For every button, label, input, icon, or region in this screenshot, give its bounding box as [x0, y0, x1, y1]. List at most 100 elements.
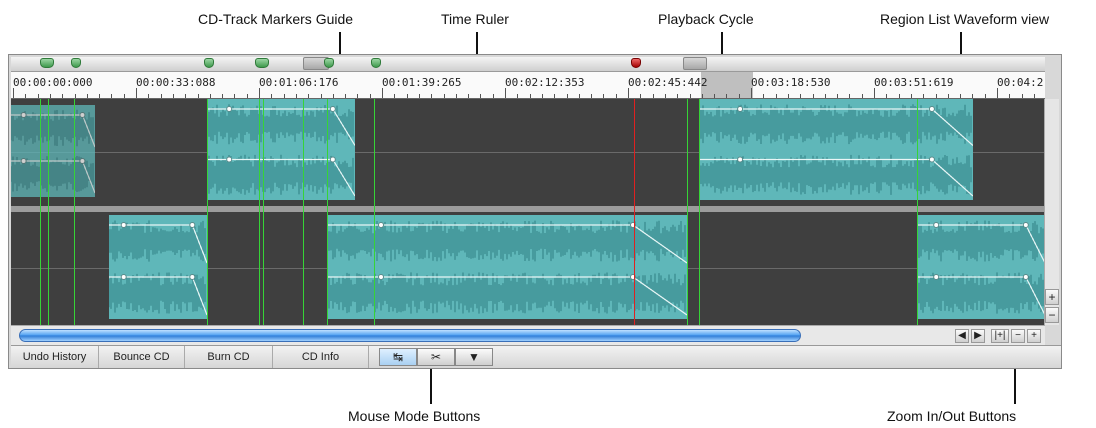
burn-cd-tab[interactable]: Burn CD [185, 346, 273, 368]
audio-region[interactable] [207, 99, 355, 200]
envelope-point[interactable] [226, 156, 233, 163]
track-area[interactable] [11, 99, 1045, 325]
cd-marker-line [327, 99, 328, 325]
audio-region[interactable] [699, 99, 973, 200]
scroll-right-button[interactable]: ▶ [971, 329, 985, 343]
zoom-fit-button[interactable]: |+| [991, 329, 1009, 343]
zoom-out-button[interactable]: − [1011, 329, 1025, 343]
ruler-tick [517, 94, 519, 98]
ruler-tick [295, 94, 297, 98]
envelope-point[interactable] [378, 222, 384, 228]
envelope-point[interactable] [1022, 274, 1029, 280]
ruler-tick [99, 94, 101, 98]
undo-history-tab[interactable]: Undo History [11, 346, 99, 368]
callout-mouse-modes: Mouse Mode Buttons [348, 408, 481, 424]
ruler-tick [824, 94, 826, 98]
ruler-tick [455, 94, 457, 98]
ruler-label: 00:01:39:265 [382, 76, 462, 89]
vertical-zoom-out-button[interactable]: − [1045, 307, 1059, 323]
marker-mode-button[interactable]: ▼ [455, 348, 493, 366]
ruler-label: 00:02:12:353 [505, 76, 585, 89]
cd-marker[interactable] [204, 58, 214, 68]
cd-marker[interactable] [71, 58, 81, 68]
playhead-line [634, 99, 635, 325]
envelope-point[interactable] [120, 222, 127, 228]
envelope-point[interactable] [120, 274, 127, 280]
horizontal-scrollbar[interactable]: ◀ ▶ |+| − + [11, 325, 1045, 346]
zoom-in-button[interactable]: + [1027, 329, 1041, 343]
cd-marker-line [48, 99, 49, 325]
ruler-tick [492, 94, 494, 98]
ruler-tick [123, 94, 125, 98]
cd-marker[interactable] [324, 58, 334, 68]
ruler-tick [25, 94, 27, 98]
ruler-tick [431, 94, 433, 98]
envelope-point[interactable] [226, 106, 233, 112]
scissors-mode-button[interactable]: ✂ [417, 348, 455, 366]
cd-marker[interactable] [40, 58, 54, 68]
audio-region[interactable] [327, 215, 687, 319]
cd-marker-line [303, 99, 304, 325]
envelope-point[interactable] [329, 156, 336, 163]
callout-cd-markers: CD-Track Markers Guide [198, 11, 354, 27]
playhead-marker[interactable] [631, 58, 641, 68]
envelope-point[interactable] [933, 222, 940, 228]
envelope-point[interactable] [20, 158, 27, 164]
bottom-toolbar: Undo History Bounce CD Burn CD CD Info ↹… [11, 345, 1061, 368]
arrow-move-icon: ↹ [392, 350, 404, 364]
ruler-tick [271, 94, 273, 98]
scroll-left-button[interactable]: ◀ [955, 329, 969, 343]
vertical-zoom-in-button[interactable]: + [1045, 289, 1059, 305]
ruler-tick [209, 94, 211, 98]
cd-marker-line [699, 99, 700, 325]
ruler-tick [566, 94, 568, 98]
scroll-thumb[interactable] [19, 329, 801, 342]
envelope-point[interactable] [928, 106, 935, 112]
ruler-tick [640, 94, 642, 98]
audio-region[interactable] [109, 215, 207, 319]
ruler-tick [406, 94, 408, 98]
envelope-point[interactable] [329, 106, 336, 112]
ruler-tick [1021, 94, 1023, 98]
ruler-tick [763, 94, 765, 98]
callout-region-waveform: Region List Waveform view [880, 11, 1050, 27]
ruler-tick [246, 94, 248, 98]
ruler-tick [738, 94, 740, 98]
envelope-point[interactable] [737, 156, 744, 163]
ruler-tick [800, 94, 802, 98]
ruler-tick [1009, 94, 1011, 98]
ruler-tick [468, 94, 470, 98]
bounce-cd-tab[interactable]: Bounce CD [99, 346, 185, 368]
envelope-point[interactable] [1022, 222, 1029, 228]
cd-info-tab[interactable]: CD Info [273, 346, 369, 368]
ruler-tick [751, 88, 752, 98]
ruler-tick [615, 94, 617, 98]
envelope-point[interactable] [378, 274, 384, 280]
envelope-point[interactable] [189, 222, 196, 228]
time-ruler[interactable]: 00:00:00:000 00:00:33:088 00:01:06:176 0… [11, 72, 1045, 99]
envelope-point[interactable] [737, 106, 744, 112]
envelope-point[interactable] [189, 274, 196, 280]
audio-region[interactable] [917, 215, 1045, 319]
ruler-tick [874, 88, 875, 98]
move-mode-button[interactable]: ↹ [379, 348, 417, 366]
cd-track-marker-bar[interactable] [11, 57, 1045, 72]
ruler-tick [160, 94, 162, 98]
vertical-scrollbar[interactable]: + − [1044, 99, 1059, 325]
cd-marker-line [207, 99, 208, 325]
ruler-tick [197, 94, 199, 98]
envelope-point[interactable] [79, 158, 86, 164]
ruler-tick [898, 94, 900, 98]
envelope-point[interactable] [933, 274, 940, 280]
ruler-tick [861, 94, 863, 98]
cd-marker-line [263, 99, 264, 325]
envelope-point[interactable] [79, 112, 86, 118]
cycle-end-handle[interactable] [683, 57, 707, 70]
envelope-point[interactable] [928, 156, 935, 163]
cd-marker[interactable] [371, 58, 381, 68]
ruler-tick [37, 94, 39, 98]
audio-region[interactable] [11, 105, 95, 197]
ruler-tick [603, 94, 605, 98]
envelope-point[interactable] [20, 112, 27, 118]
cd-marker[interactable] [255, 58, 269, 68]
